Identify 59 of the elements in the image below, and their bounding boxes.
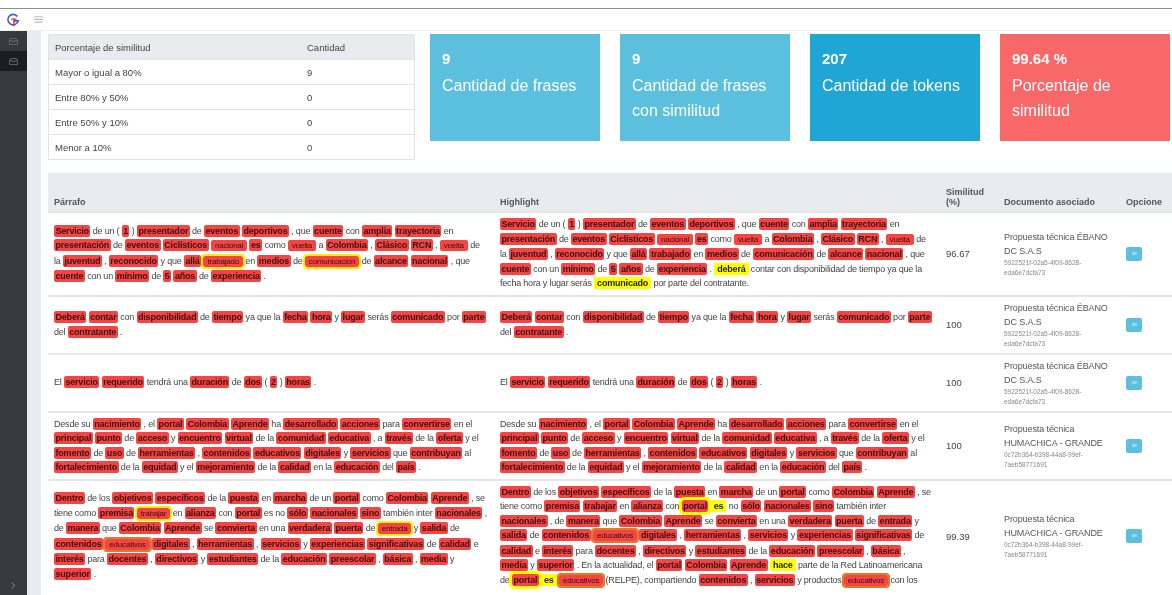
options-button[interactable]: [1126, 246, 1142, 261]
paragraph-text: Deberá contar con disponibilidad de tiempo ya que la fecha hora y lugar serás comunicado por parte del contratante .: [54, 310, 487, 339]
message-icon: [1131, 322, 1137, 327]
table-cell: Menor a 10%: [48, 134, 301, 160]
options-button[interactable]: [1126, 529, 1142, 544]
options-button[interactable]: [1126, 438, 1142, 453]
table-cell: 0: [301, 109, 415, 135]
inbox-icon: [9, 37, 18, 45]
options-button[interactable]: [1126, 317, 1142, 332]
column-header: Porcentaje de similitud: [48, 34, 301, 60]
stat-value: 9: [632, 50, 642, 67]
column-header: Documento asociado: [998, 173, 1120, 212]
similarity-value: 100: [946, 377, 962, 388]
inbox-icon: [9, 57, 18, 65]
column-header: Similitud (%): [940, 173, 998, 212]
paragraph-text: Dentro de los objetivos específicos de la puesta en marcha de un portal como Colombia Aprende , se tiene como premisa trabajar en alianza con portal es no sólo nacionales sino también inter nacionales , de manera que Colombia Aprende se convierta en una verdadera puerta de entrada y salida de contenidos educativos digitales , herramientas , servicios y experiencias significativas de calidad e interés para docentes , directivos y estudiantes de la educación preescolar , básica , media y superior .: [54, 491, 488, 582]
paragraph-text: Servicio de un ( 1 ) presentador de eventos deportivos , que cuente con amplia trayectoria en presentación de eventos Ciclísticos nacional es como vuelta a Colombia , Clásico RCN , vuelta de la juventud , reconocido y que allá trabajado en medios de comunicación de alcance nacional , que cuente con un mínimo de 5 años de experiencia .: [54, 223, 481, 284]
similarity-value: 100: [946, 319, 962, 330]
table-cell: 9: [301, 59, 415, 85]
stat-value: 9: [442, 50, 452, 67]
stat-label: Cantidad de frases: [442, 76, 578, 96]
paragraph-text: El servicio requerido tendrá una duración de dos ( 2 ) horas .: [54, 375, 317, 390]
table-cell: 0: [301, 134, 415, 160]
message-icon: [1131, 534, 1137, 539]
similarity-value: 100: [946, 440, 962, 451]
menu-icon[interactable]: [34, 16, 43, 23]
stat-label: Porcentaje de similitud: [1012, 76, 1112, 121]
logo-icon: [6, 12, 20, 27]
document-name: Propuesta técnica ÉBANO DC S.A.S: [1004, 359, 1109, 387]
highlight-text: Deberá contar con disponibilidad de tiempo ya que la fecha hora y lugar serás comunicado por parte del contratante .: [500, 310, 933, 339]
message-icon: [1131, 380, 1137, 385]
paragraph-text: Desde su nacimiento , el portal Colombia Aprende ha desarrollado acciones para convertirse en el principal punto de acceso y encuentro virtual de la comunidad educativa , a través de la oferta y el fomento de uso de herramientas , contenidos educativos digitales y servicios que contribuyan al fortalecimiento de la equidad y el mejoramiento de la calidad en la educación del país .: [54, 416, 480, 475]
similarity-value: 99.39: [946, 530, 970, 542]
document-name: Propuesta técnica ÉBANO DC S.A.S: [1004, 301, 1109, 329]
message-icon: [1131, 443, 1137, 448]
document-name: Propuesta técnica ÉBANO DC S.A.S: [1004, 230, 1109, 258]
document-name: Propuesta técnica HUMACHICA - GRANDE: [1004, 422, 1104, 450]
table-cell: Entre 80% y 50%: [48, 84, 301, 110]
stat-label: Cantidad de frases con similitud: [632, 76, 768, 121]
sidebar-item[interactable]: [0, 51, 27, 71]
highlight-text: Dentro de los objetivos específicos de la puesta en marcha de un portal como Colombia Aprende , se tiene como premisa trabajar en alianza con portal es no sólo nacionales sino también inter nacionales , de manera que Colombia Aprende se convierta en una verdadera puerta de entrada y salida de contenidos educativos digitales , herramientas , servicios y experiencias significativas de calidad e interés para docentes , directivos y estudiantes de la educación preescolar , básica , media y superior . En la actualidad, el portal Colombia Aprende hace parte de la Red Latinoamericana de portal es educativos (RELPE), compartiendo contenidos , servicios y productos educativos con los: [500, 484, 932, 588]
highlight-text: El servicio requerido tendrá una duración de dos ( 2 ) horas .: [500, 375, 763, 390]
table-cell: 0: [301, 84, 415, 110]
stat-value: 207: [822, 50, 849, 67]
column-header: Highlight: [494, 173, 940, 212]
column-header: Opcione: [1120, 173, 1172, 212]
highlight-text: Servicio de un ( 1 ) presentador de eventos deportivos , que cuente con amplia trayectoria en presentación de eventos Ciclísticos nacional es como vuelta a Colombia , Clásico RCN , vuelta de la juventud , reconocido y que allá trabajado en medios de comunicación de alcance nacional , que cuente con un mínimo de 5 años de experiencia . deberá contar con disponibilidad de tiempo ya que la fecha hora y lugar serás comunicado por parte del contratante.: [500, 217, 927, 291]
column-header: Cantidad: [301, 34, 415, 60]
stat-label: Cantidad de tokens: [822, 76, 961, 96]
highlight-text: Desde su nacimiento , el portal Colombia Aprende ha desarrollado acciones para convertirse en el principal punto de acceso y encuentro virtual de la comunidad educativa , a través de la oferta y el fomento de uso de herramientas , contenidos educativos digitales y servicios que contribuyan al fortalecimiento de la equidad y el mejoramiento de la calidad en la educación del país .: [500, 416, 926, 475]
similarity-value: 96.67: [946, 248, 970, 260]
chevron-right-icon[interactable]: [11, 582, 16, 589]
stat-value: 99.64 %: [1012, 50, 1069, 67]
message-icon: [1131, 251, 1137, 256]
document-name: Propuesta técnica HUMACHICA - GRANDE: [1004, 513, 1104, 541]
options-button[interactable]: [1126, 375, 1142, 390]
table-cell: Mayor o igual a 80%: [48, 59, 301, 85]
table-cell: Entre 50% y 10%: [48, 109, 301, 135]
column-header: Párrafo: [48, 173, 494, 212]
